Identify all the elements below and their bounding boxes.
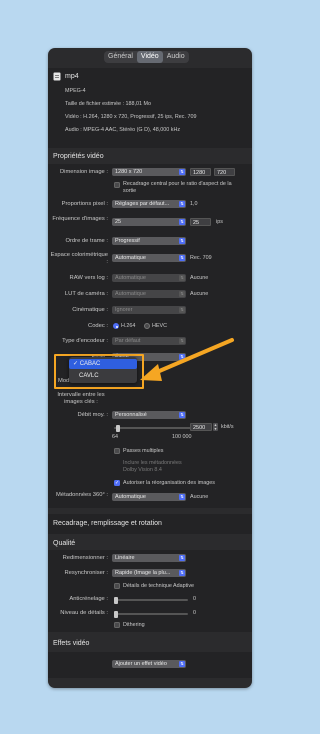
pointer-arrow-icon: [140, 338, 234, 381]
